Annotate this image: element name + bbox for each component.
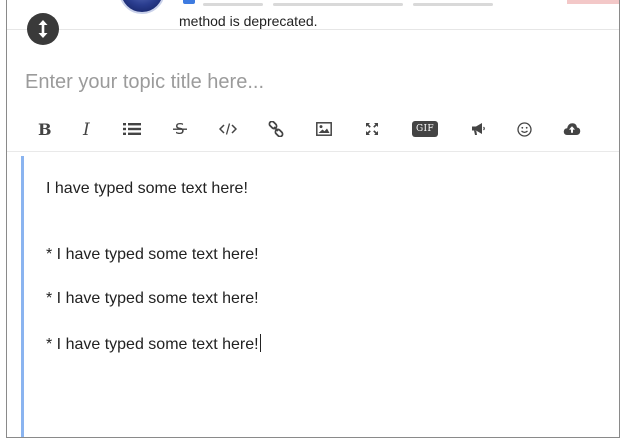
italic-icon: I (82, 121, 90, 137)
gif-icon: GIF (412, 121, 438, 137)
image-icon (316, 122, 332, 136)
bulleted-list-button[interactable] (117, 114, 147, 144)
editor-line: * I have typed some text here! (46, 246, 259, 263)
svg-text:I: I (82, 121, 90, 137)
cloud-upload-icon (563, 123, 581, 135)
composer-window: method is deprecated. B I (6, 0, 620, 438)
link-button[interactable] (261, 114, 291, 144)
topic-title-input[interactable] (21, 62, 611, 102)
upload-button[interactable] (557, 114, 587, 144)
editor-toolbar: B I S GIF (7, 106, 619, 152)
svg-text:B: B (38, 121, 51, 137)
editor-line-text: * I have typed some text here! (46, 336, 259, 353)
announcement-button[interactable] (463, 114, 493, 144)
avatar (119, 0, 165, 14)
fullscreen-button[interactable] (357, 114, 387, 144)
bold-button[interactable]: B (29, 114, 59, 144)
resize-grippie[interactable] (27, 13, 59, 45)
gif-button[interactable]: GIF (407, 114, 443, 144)
code-icon (219, 123, 237, 135)
image-button[interactable] (309, 114, 339, 144)
code-button[interactable] (213, 114, 243, 144)
vertical-arrows-icon (38, 20, 48, 38)
bullhorn-icon (472, 123, 485, 135)
italic-button[interactable]: I (73, 114, 103, 144)
editor-line-last: * I have typed some text here! (46, 334, 261, 354)
link-fragment (183, 0, 195, 4)
strikethrough-icon: S (173, 121, 187, 137)
smile-icon (516, 121, 532, 137)
link-icon (268, 121, 284, 137)
post-text: method is deprecated. (179, 13, 318, 29)
text-fragment (273, 3, 403, 6)
expand-icon (366, 123, 378, 135)
text-caret (259, 334, 261, 352)
text-fragment (203, 3, 263, 6)
previous-post-peek: method is deprecated. (7, 0, 619, 30)
list-icon (123, 123, 141, 135)
bold-icon: B (38, 121, 51, 137)
diff-fragment (567, 0, 619, 4)
editor-line: I have typed some text here! (46, 180, 248, 197)
text-fragment (413, 3, 493, 6)
composer-textarea[interactable]: I have typed some text here! * I have ty… (21, 156, 619, 437)
editor-line: * I have typed some text here! (46, 290, 259, 307)
strikethrough-button[interactable]: S (165, 114, 195, 144)
emoji-button[interactable] (509, 114, 539, 144)
